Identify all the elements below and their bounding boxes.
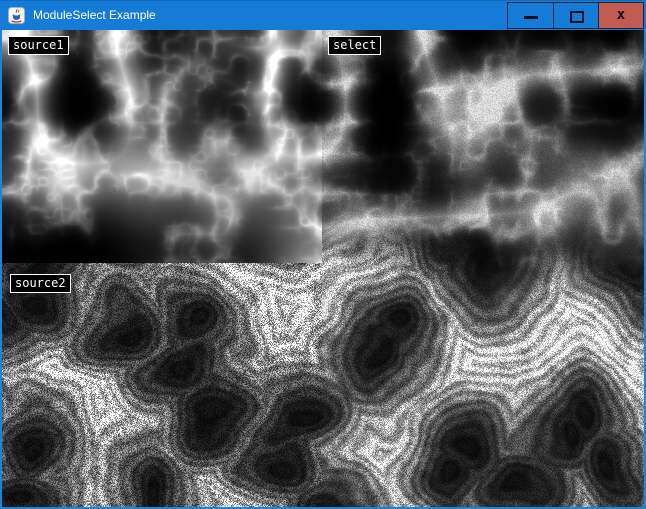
app-window: ModuleSelect Example x source1 select so… [0,0,646,509]
java-coffee-cup-icon[interactable] [8,7,25,24]
source1-image [2,30,322,263]
maximize-icon [570,11,584,23]
source2-image [2,263,322,507]
minimize-button[interactable] [508,3,553,28]
titlebar[interactable]: ModuleSelect Example x [0,0,646,30]
source2-label: source2 [10,274,71,293]
render-area: source1 select source2 [2,30,644,507]
maximize-button[interactable] [553,3,598,28]
close-button[interactable]: x [598,3,643,28]
close-icon: x [599,3,643,28]
select-output-image [322,30,644,507]
window-controls: x [507,2,644,29]
select-label: select [328,36,381,55]
window-title: ModuleSelect Example [33,8,156,22]
source1-label: source1 [8,36,69,55]
minimize-icon [524,16,538,19]
